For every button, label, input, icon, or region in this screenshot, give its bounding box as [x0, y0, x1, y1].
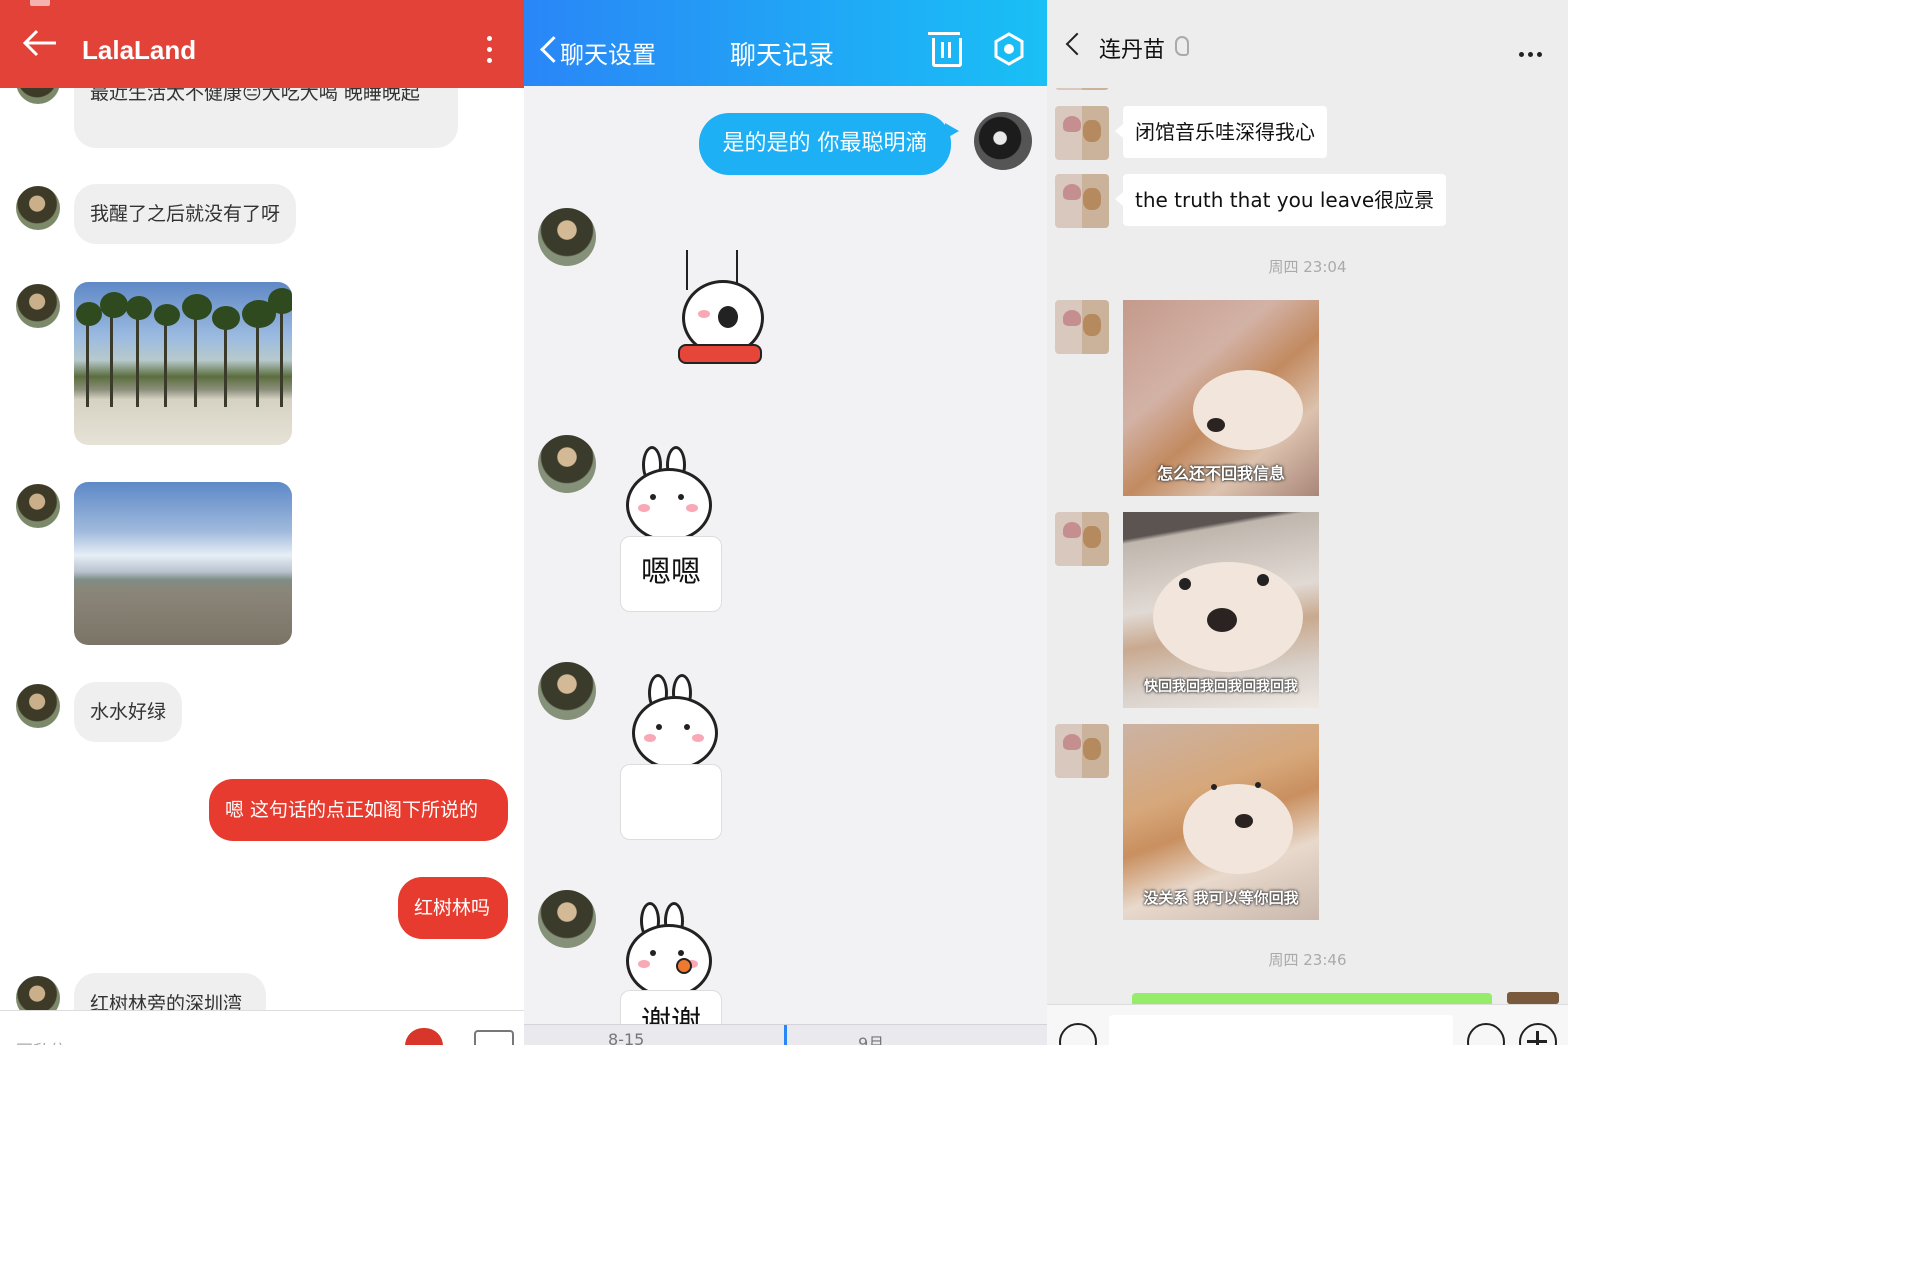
more-options-icon[interactable] [1519, 42, 1546, 61]
contact-avatar[interactable] [16, 684, 60, 728]
message-input-placeholder[interactable]: 写私信 [16, 1037, 67, 1045]
message-bubble: 水水好绿 [74, 682, 183, 742]
contact-avatar[interactable] [538, 208, 596, 266]
timeline-label-end: 9月 [858, 1034, 885, 1045]
photo-trees-beach[interactable] [74, 282, 292, 445]
contact-avatar[interactable] [1055, 300, 1109, 354]
meme-image-dog-lying[interactable]: 快回我回我回我回我回我 [1123, 512, 1319, 708]
sticker-caption: 谢谢 [620, 990, 722, 1026]
back-chevron-icon[interactable] [1065, 32, 1089, 56]
meme-image-dog-waiting[interactable]: 没关系 我可以等你回我 [1123, 724, 1319, 920]
ear-mode-icon [1175, 36, 1189, 56]
emoji-icon[interactable] [1467, 1023, 1505, 1045]
message-bubble-outgoing: 红树林吗 [398, 877, 508, 939]
contact-avatar[interactable] [16, 186, 60, 230]
message-input-bar[interactable]: 写私信 [0, 1010, 524, 1045]
timeline-label-start: 8-15 [608, 1030, 645, 1045]
back-arrow-icon[interactable] [22, 28, 58, 58]
contact-avatar[interactable] [538, 890, 596, 948]
trash-icon[interactable] [928, 32, 962, 67]
message-input-bar [1047, 1004, 1568, 1045]
contact-avatar[interactable] [1055, 174, 1109, 228]
chat-panel-lian: 连丹苗 闭馆音乐哇深得我心 the truth that you leave很应… [1047, 0, 1568, 1045]
chat-panel-lalaland: LalaLand 最近生活太不健康😑大吃大喝 晚睡晚起 我醒了之后就没有了呀 水… [0, 0, 524, 1045]
image-caption: 没关系 我可以等你回我 [1143, 889, 1299, 907]
chat-history-panel: 聊天设置 聊天记录 是的是的 你最聪明滴 嗯嗯 谢谢 8-15 9月 [524, 0, 1047, 1045]
status-bar-indicator [30, 0, 50, 6]
timeline-scrubber[interactable]: 8-15 9月 [524, 1024, 1047, 1045]
sticker-bunny-blank[interactable] [620, 668, 730, 843]
timestamp: 周四 23:46 [1268, 951, 1347, 969]
sticker-bunny-thanks[interactable]: 谢谢 [620, 896, 730, 1026]
message-bubble: 我醒了之后就没有了呀 [74, 184, 297, 244]
message-input[interactable] [1109, 1015, 1453, 1045]
sticker-bunny-swing[interactable] [674, 250, 774, 370]
page-title: 聊天记录 [730, 41, 835, 71]
contact-avatar[interactable] [538, 435, 596, 493]
message-bubble-outgoing: 是的是的 你最聪明滴 [699, 113, 959, 175]
image-icon[interactable] [474, 1030, 514, 1045]
message-bubble-outgoing: 嗯 这句话的点正如阁下所说的 [209, 779, 508, 841]
settings-hexagon-icon[interactable] [992, 32, 1026, 66]
sticker-caption [620, 764, 722, 840]
timeline-cursor[interactable] [784, 1025, 787, 1045]
image-caption: 快回我回我回我回我回我 [1144, 679, 1298, 695]
contact-avatar[interactable] [16, 284, 60, 328]
my-avatar-partial[interactable] [1507, 992, 1559, 1004]
meme-image-dog-phone[interactable]: 怎么还不回我信息 [1123, 300, 1319, 496]
chat-header: LalaLand [0, 0, 524, 88]
sticker-caption: 嗯嗯 [620, 536, 722, 612]
contact-avatar[interactable] [538, 662, 596, 720]
message-bubble: 闭馆音乐哇深得我心 [1115, 106, 1327, 158]
contact-avatar[interactable] [1055, 512, 1109, 566]
message-bubble: the truth that you leave很应景 [1114, 174, 1447, 226]
history-header: 聊天设置 聊天记录 [524, 0, 1047, 86]
my-avatar[interactable] [974, 112, 1032, 170]
image-caption: 怎么还不回我信息 [1156, 464, 1285, 483]
contact-avatar[interactable] [1055, 106, 1109, 160]
sticker-bunny-enen[interactable]: 嗯嗯 [620, 440, 730, 615]
photo-sea-clouds[interactable] [74, 482, 292, 645]
timestamp: 周四 23:04 [1268, 258, 1347, 276]
voice-icon[interactable] [1059, 1023, 1097, 1045]
plus-icon[interactable] [1519, 1023, 1557, 1045]
chat-title: 连丹苗 [1099, 38, 1166, 63]
more-options-icon[interactable] [478, 36, 500, 68]
back-to-chat-settings[interactable]: 聊天设置 [560, 35, 656, 70]
contact-avatar[interactable] [16, 484, 60, 528]
chat-header: 连丹苗 [1047, 0, 1568, 88]
chat-title: LalaLand [82, 35, 197, 65]
contact-avatar[interactable] [1055, 724, 1109, 778]
